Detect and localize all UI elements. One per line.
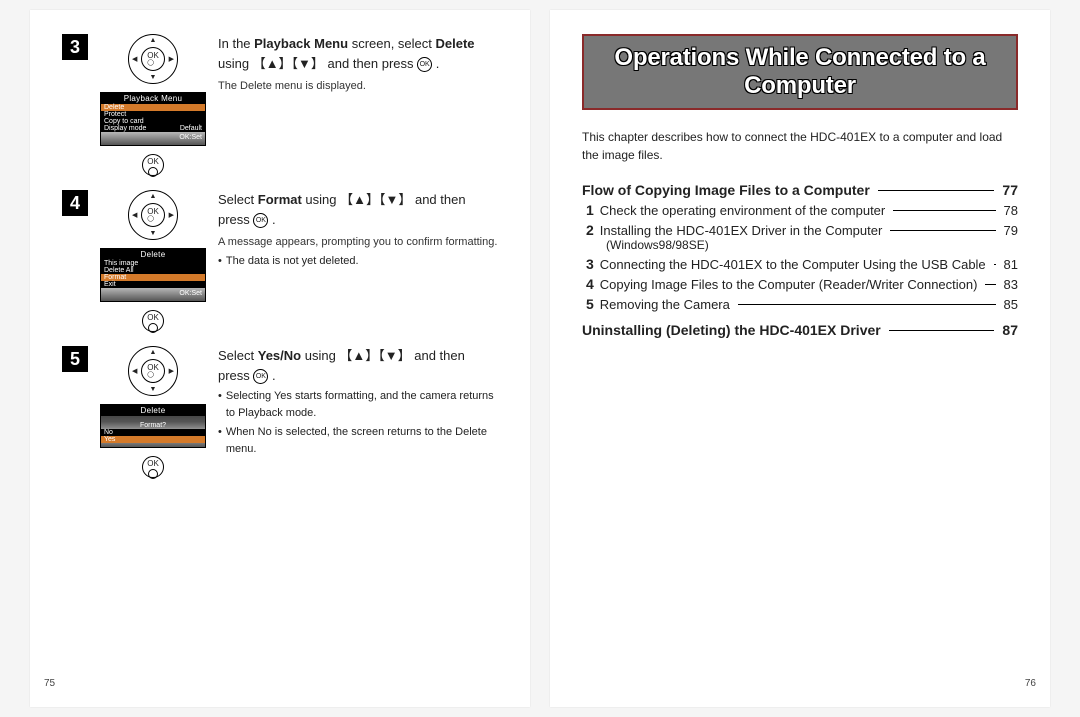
chapter-title: Operations While Connected to a Computer [582, 34, 1018, 110]
lcd-item: Format [101, 274, 205, 281]
lcd-title: Playback Menu [101, 93, 205, 104]
ok-button-icon: OK [142, 154, 164, 176]
step-text: Select Yes/No using 【▲】【▼】 and then pres… [218, 346, 498, 478]
ok-button-icon: OK [142, 456, 164, 478]
step: 4 OK◯▲▼◀▶ DeleteThis imageDelete AllFormat… [62, 190, 498, 332]
step-graphics: OK◯▲▼◀▶ Delete Format?NoYes OK [98, 346, 208, 478]
lcd-footer: OK:Set [101, 132, 205, 141]
step-bullet: The data is not yet deleted. [218, 253, 498, 270]
step-graphics: OK◯▲▼◀▶ DeleteThis imageDelete AllFormatE… [98, 190, 208, 332]
step-number: 5 [62, 346, 88, 372]
lcd-item: Delete [101, 104, 205, 111]
toc-item-sub: (Windows98/98SE) [606, 238, 1018, 252]
lcd-footer: OK:Set [101, 288, 205, 297]
chapter-intro: This chapter describes how to connect th… [582, 128, 1018, 164]
step-bullet: Selecting Yes starts formatting, and the… [218, 388, 498, 422]
toc-item: 1Check the operating environment of the … [586, 202, 1018, 218]
lcd-title: Delete [101, 249, 205, 260]
step-text: In the Playback Menu screen, select Dele… [218, 34, 498, 176]
lcd-item: Yes [101, 436, 205, 443]
lcd-item: Display modeDefault [101, 125, 205, 132]
page-number-left: 75 [44, 678, 55, 689]
step-graphics: OK◯▲▼◀▶ Playback MenuDeleteProtectCopy to… [98, 34, 208, 176]
toc-section-head: Uninstalling (Deleting) the HDC-401EX Dr… [582, 322, 1018, 338]
nav-dial-icon: OK◯▲▼◀▶ [128, 346, 178, 396]
toc-item: 5Removing the Camera85 [586, 296, 1018, 312]
step-instruction: In the Playback Menu screen, select Dele… [218, 34, 498, 74]
step-number: 4 [62, 190, 88, 216]
lcd-preview: Delete Format?NoYes [100, 404, 206, 448]
manual-page-right: Operations While Connected to a Computer… [550, 10, 1050, 707]
toc-item: 3Connecting the HDC-401EX to the Compute… [586, 256, 1018, 272]
step-instruction: Select Format using 【▲】【▼】 and then pres… [218, 190, 498, 230]
manual-page-left: 3OK◯▲▼◀▶Playback MenuDeleteProtectCopy t… [30, 10, 530, 707]
lcd-title: Delete [101, 405, 205, 416]
toc-item: 4Copying Image Files to the Computer (Re… [586, 276, 1018, 292]
lcd-item: Protect [101, 111, 205, 118]
lcd-preview: DeleteThis imageDelete AllFormatExitOK:S… [100, 248, 206, 302]
step-subtext: The Delete menu is displayed. [218, 78, 498, 95]
toc-section-head: Flow of Copying Image Files to a Compute… [582, 182, 1018, 198]
nav-dial-icon: OK◯▲▼◀▶ [128, 190, 178, 240]
lcd-item: Delete All [101, 267, 205, 274]
page-number-right: 76 [1025, 678, 1036, 689]
lcd-item: Format? [101, 422, 205, 429]
step-subtext: A message appears, prompting you to conf… [218, 234, 498, 251]
step: 5 OK◯▲▼◀▶ Delete Format?NoYes OK Select Yes/N… [62, 346, 498, 478]
lcd-item: Copy to card [101, 118, 205, 125]
step: 3 OK◯▲▼◀▶ Playback MenuDeleteProtectCopy t… [62, 34, 498, 176]
lcd-item: Exit [101, 281, 205, 288]
lcd-preview: Playback MenuDeleteProtectCopy to cardDi… [100, 92, 206, 146]
lcd-item: No [101, 429, 205, 436]
step-text: Select Format using 【▲】【▼】 and then pres… [218, 190, 498, 332]
step-number: 3 [62, 34, 88, 60]
toc-item: 2Installing the HDC-401EX Driver in the … [586, 222, 1018, 238]
nav-dial-icon: OK◯▲▼◀▶ [128, 34, 178, 84]
ok-button-icon: OK [142, 310, 164, 332]
step-bullet: When No is selected, the screen returns … [218, 424, 498, 458]
step-instruction: Select Yes/No using 【▲】【▼】 and then pres… [218, 346, 498, 386]
lcd-item: This image [101, 260, 205, 267]
